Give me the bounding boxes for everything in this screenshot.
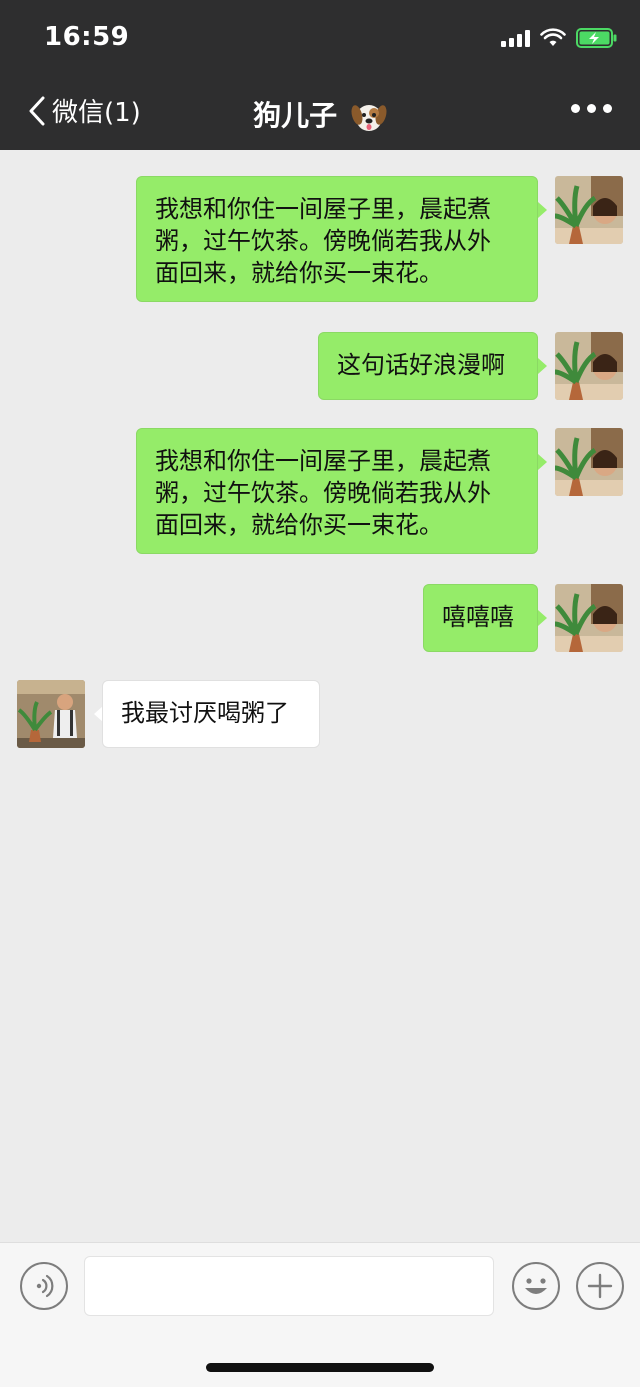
signal-icon	[501, 29, 530, 47]
more-dots-icon[interactable]	[571, 104, 612, 113]
battery-charging-icon	[576, 28, 617, 48]
wifi-icon	[540, 28, 566, 46]
bubble-tail	[538, 454, 547, 470]
avatar[interactable]	[555, 332, 623, 400]
message-bubble[interactable]: 我最讨厌喝粥了	[102, 680, 320, 748]
status-icons	[501, 28, 618, 48]
chat-title: 狗儿子	[0, 94, 640, 134]
bubble-tail	[538, 358, 547, 374]
message-input[interactable]	[84, 1256, 494, 1316]
avatar[interactable]	[555, 584, 623, 652]
input-bar	[0, 1242, 640, 1387]
avatar[interactable]	[555, 428, 623, 496]
top-bar: 16:59 微信(1) 狗儿子	[0, 0, 640, 150]
emoji-button[interactable]	[512, 1262, 560, 1310]
voice-icon	[36, 1274, 54, 1298]
avatar[interactable]	[17, 680, 85, 748]
chat-title-text: 狗儿子	[253, 99, 338, 132]
bubble-tail	[538, 610, 547, 626]
plus-icon	[587, 1273, 613, 1299]
plus-button[interactable]	[576, 1262, 624, 1310]
dog-face-icon	[351, 105, 387, 131]
emoji-icon	[525, 1278, 547, 1294]
message-bubble[interactable]: 这句话好浪漫啊	[318, 332, 538, 400]
message-bubble[interactable]: 我想和你住一间屋子里，晨起煮 粥，过午饮茶。傍晚倘若我从外 面回来，就给你买一束…	[136, 428, 538, 554]
message-bubble[interactable]: 我想和你住一间屋子里，晨起煮 粥，过午饮茶。傍晚倘若我从外 面回来，就给你买一束…	[136, 176, 538, 302]
avatar[interactable]	[555, 176, 623, 244]
voice-button[interactable]	[20, 1262, 68, 1310]
bubble-tail	[538, 202, 547, 218]
status-time: 16:59	[44, 22, 130, 52]
message-bubble[interactable]: 嘻嘻嘻	[423, 584, 538, 652]
home-indicator[interactable]	[206, 1363, 434, 1372]
